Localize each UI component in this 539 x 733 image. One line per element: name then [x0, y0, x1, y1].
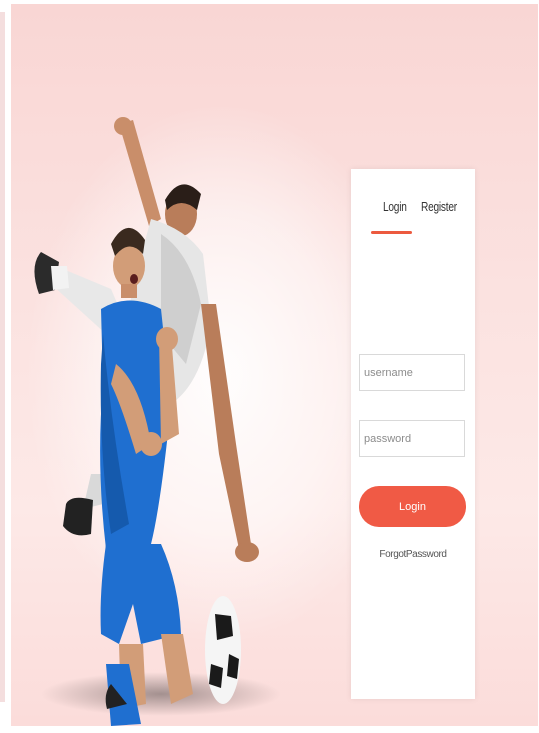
tab-login[interactable]: Login	[383, 199, 407, 214]
login-card: Login Register Login ForgotPassword	[351, 169, 475, 699]
auth-tabs: Login Register	[351, 199, 475, 239]
soccer-players-illustration	[34, 117, 281, 726]
tab-register[interactable]: Register	[421, 199, 457, 214]
soccer-ball	[205, 596, 241, 704]
username-input[interactable]	[359, 354, 465, 391]
password-input[interactable]	[359, 420, 465, 457]
left-edge-rule	[0, 12, 5, 702]
login-page: Login Register Login ForgotPassword	[0, 0, 539, 733]
login-button[interactable]: Login	[359, 486, 466, 527]
active-tab-indicator	[371, 231, 412, 234]
hero-background: Login Register Login ForgotPassword	[11, 4, 538, 726]
forgot-password-link[interactable]: ForgotPassword	[351, 549, 475, 560]
